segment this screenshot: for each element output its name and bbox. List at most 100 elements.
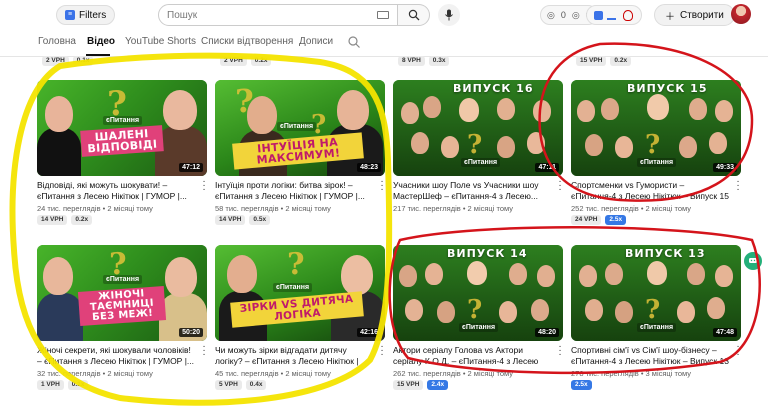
- more-options-icon[interactable]: · · ·: [201, 342, 207, 360]
- trophy-icon[interactable]: [623, 10, 633, 21]
- video-title[interactable]: Відповіді, які можуть шокувати! – єПитан…: [37, 180, 197, 202]
- duration-badge: 50:20: [179, 328, 203, 337]
- vph-badge: 15 VPH: [576, 56, 607, 66]
- microphone-icon: [445, 9, 453, 21]
- show-logo: єПитання: [461, 158, 501, 167]
- video-thumbnail[interactable]: ? ? єПитання ІНТУЇЦІЯ НА МАКСИМУМ! 48:23: [215, 80, 385, 176]
- keyboard-icon[interactable]: [377, 11, 389, 19]
- video-title[interactable]: Чи можуть зірки відгадати дитячу логіку?…: [215, 345, 375, 367]
- tab-videos[interactable]: Відео: [87, 36, 115, 47]
- video-meta: 58 тис. переглядів • 2 місяці тому: [215, 204, 331, 213]
- search-icon[interactable]: [347, 35, 361, 49]
- ratio-badge: 0.2x: [71, 215, 93, 225]
- search-icon: [408, 9, 419, 21]
- top-bar: ≡ Filters Пошук ◎ 0 ◎ 0 ＋ Створити: [0, 0, 768, 30]
- video-meta: 262 тис. переглядів • 2 місяці тому: [393, 369, 513, 378]
- duration-badge: 48:20: [535, 328, 559, 337]
- vph-badge: 8 VPH: [398, 56, 425, 66]
- video-thumbnail[interactable]: ВИПУСК 14 ? єПитання 48:20: [393, 245, 563, 341]
- episode-label: ВИПУСК 14: [447, 247, 528, 260]
- vph-badge: 14 VPH: [37, 215, 68, 225]
- episode-label: ВИПУСК 15: [627, 82, 708, 95]
- search-placeholder: Пошук: [167, 9, 198, 21]
- person: [247, 96, 277, 134]
- search-input[interactable]: Пошук: [158, 4, 398, 26]
- duration-badge: 47:48: [713, 328, 737, 337]
- question-mark-graphic: ?: [287, 247, 305, 282]
- stat-pills: 14 VPH 0.2x: [37, 215, 93, 225]
- filters-icon: ≡: [65, 10, 75, 20]
- video-title[interactable]: Спортсменки vs Гумористи – єПитання-4 з …: [571, 180, 731, 202]
- plus-icon: ＋: [665, 11, 675, 23]
- video-title[interactable]: Спортивні сім'ї vs Сім'ї шоу-бізнесу – є…: [571, 345, 731, 367]
- ratio-badge: 0.3x: [428, 56, 450, 66]
- more-options-icon[interactable]: · · ·: [557, 177, 563, 195]
- video-title[interactable]: Жіночі секрети, які шокували чоловіків! …: [37, 345, 197, 367]
- person: [341, 255, 373, 295]
- ratio-badge: 0.5x: [249, 215, 271, 225]
- stat-pills: 14 VPH 0.5x: [215, 215, 271, 225]
- video-meta: 252 тис. переглядів • 2 місяці тому: [571, 204, 691, 213]
- more-options-icon[interactable]: · · ·: [379, 177, 385, 195]
- more-options-icon[interactable]: · · ·: [379, 342, 385, 360]
- tab-playlists[interactable]: Списки відтворення: [201, 36, 293, 47]
- person: [163, 90, 197, 130]
- tab-home[interactable]: Головна: [38, 36, 76, 47]
- ratio-badge: 0.2x: [610, 56, 632, 66]
- video-title[interactable]: Учасники шоу Поле vs Учасники шоу Мастер…: [393, 180, 553, 202]
- video-title[interactable]: Інтуїція проти логіки: битва зірок! – єП…: [215, 180, 375, 202]
- chat-icon: [749, 258, 757, 263]
- video-meta: 217 тис. переглядів • 2 місяці тому: [393, 204, 513, 213]
- chat-bubble-button[interactable]: [744, 252, 762, 270]
- vph-badge: 14 VPH: [215, 215, 246, 225]
- create-label: Створити: [680, 9, 724, 21]
- vph-badge: 2 VPH: [220, 56, 247, 66]
- episode-label: ВИПУСК 16: [453, 82, 534, 95]
- search-button[interactable]: [398, 4, 430, 26]
- vph-badge: 2 VPH: [42, 56, 69, 66]
- stat-pills: 2 VPH 0.1x: [42, 56, 94, 66]
- show-logo: єПитання: [103, 116, 143, 125]
- ratio-badge: 2.5x: [571, 380, 592, 390]
- video-thumbnail[interactable]: ВИПУСК 16 ? єПитання 47:11: [393, 80, 563, 176]
- person: [43, 257, 73, 295]
- show-logo: єПитання: [637, 323, 677, 332]
- video-meta: 278 тис. переглядів • 3 місяці тому: [571, 369, 691, 378]
- person: [337, 90, 369, 130]
- vph-badge: 1 VPH: [37, 380, 64, 390]
- video-title[interactable]: Актори серіалу Голова vs Актори серіалу …: [393, 345, 553, 367]
- show-logo: єПитання: [637, 158, 677, 167]
- video-thumbnail[interactable]: ? єПитання ЖІНОЧІ ТАЄМНИЦІ БЕЗ МЕЖ! 50:2…: [37, 245, 207, 341]
- stat-pills: 24 VPH 2.5x: [571, 215, 627, 225]
- counter-value: 0: [560, 10, 566, 20]
- more-options-icon[interactable]: · · ·: [735, 177, 741, 195]
- extension-icons[interactable]: [586, 5, 642, 25]
- list-icon[interactable]: [607, 11, 616, 20]
- show-logo: єПитання: [459, 323, 499, 332]
- episode-label: ВИПУСК 13: [625, 247, 706, 260]
- video-thumbnail[interactable]: ВИПУСК 13 ? єПитання 47:48: [571, 245, 741, 341]
- video-meta: 45 тис. переглядів • 2 місяці тому: [215, 369, 331, 378]
- duration-badge: 42:16: [357, 328, 381, 337]
- stat-pills: 5 VPH 0.4x: [215, 380, 267, 390]
- ratio-badge: 0.1x: [72, 56, 94, 66]
- divider: [0, 56, 768, 57]
- more-options-icon[interactable]: · · ·: [735, 342, 741, 360]
- duration-badge: 47:11: [535, 163, 559, 172]
- tab-posts[interactable]: Дописи: [299, 36, 333, 47]
- stat-pills: 8 VPH 0.3x: [398, 56, 450, 66]
- avatar[interactable]: [731, 4, 751, 24]
- more-options-icon[interactable]: · · ·: [557, 342, 563, 360]
- stat-pills: 2 VPH 0.2x: [220, 56, 272, 66]
- video-thumbnail[interactable]: ? єПитання ЗІРКИ VS ДИТЯЧА ЛОГІКА 42:16: [215, 245, 385, 341]
- eye-icon: ◎: [571, 9, 580, 20]
- tab-shorts[interactable]: YouTube Shorts: [125, 36, 196, 47]
- filters-button[interactable]: ≡ Filters: [56, 5, 116, 25]
- voice-search-button[interactable]: [438, 4, 460, 26]
- video-thumbnail[interactable]: ? єПитання ШАЛЕНІ ВІДПОВІДІ 47:12: [37, 80, 207, 176]
- vph-badge: 5 VPH: [215, 380, 242, 390]
- extension-icon[interactable]: [594, 11, 603, 20]
- more-options-icon[interactable]: · · ·: [201, 177, 207, 195]
- video-thumbnail[interactable]: ВИПУСК 15 ? єПитання 49:33: [571, 80, 741, 176]
- create-button[interactable]: ＋ Створити: [654, 4, 735, 26]
